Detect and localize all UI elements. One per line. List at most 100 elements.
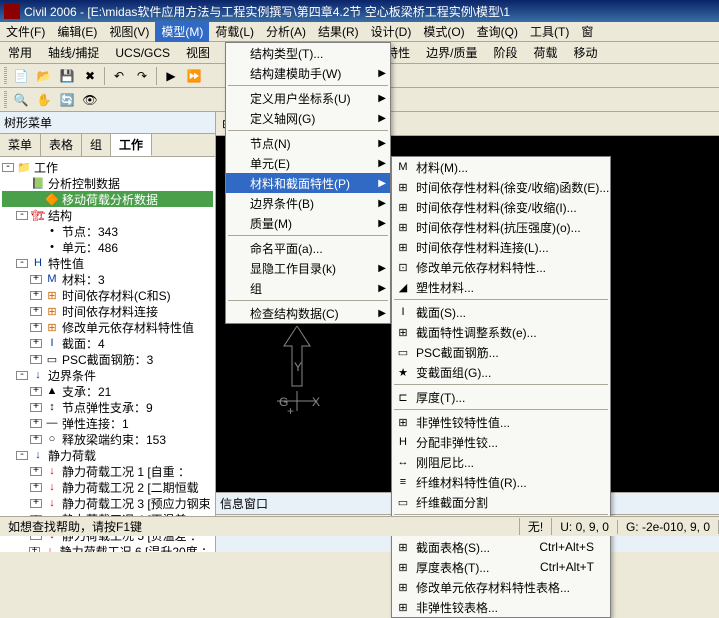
tree-row[interactable]: 📗分析控制数据 [2,175,213,191]
tree[interactable]: -📁工作📗分析控制数据🔶移动荷载分析数据-🏗结构•节点：343•单元：486-H… [0,157,215,552]
tab-group[interactable]: 组 [82,134,111,156]
rotate-icon[interactable]: 🔄 [56,89,78,111]
tree-row[interactable]: -📁工作 [2,159,213,175]
menu-item[interactable]: 检查结构数据(C)▶ [226,303,390,323]
tree-row[interactable]: -↓静力荷载 [2,447,213,463]
tree-row[interactable]: +—弹性连接：1 [2,415,213,431]
tree-toggle-icon[interactable]: + [30,467,42,476]
menu-file[interactable]: 文件(F) [0,21,51,42]
menu-item[interactable]: H分配非弹性铰... [392,432,610,452]
tree-row[interactable]: +I截面：4 [2,335,213,351]
menu-model[interactable]: 模型(M) [155,21,209,42]
tree-toggle-icon[interactable]: - [16,451,28,460]
menu-view[interactable]: 视图(V) [103,21,155,42]
menu-item[interactable]: ⊞非弹性铰特性值... [392,412,610,432]
tab-menu[interactable]: 菜单 [0,134,41,156]
menu-item[interactable]: 边界条件(B)▶ [226,193,390,213]
menu-item[interactable]: ▭纤维截面分割 [392,492,610,512]
tb-tab[interactable]: 常用 [0,42,40,63]
tree-row[interactable]: •节点：343 [2,223,213,239]
tab-table[interactable]: 表格 [41,134,82,156]
menu-item[interactable]: ⊞时间依存性材料(徐变/收缩)函数(E)... [392,177,610,197]
tree-toggle-icon[interactable]: - [2,163,14,172]
menu-window[interactable]: 窗 [575,21,599,42]
tree-row[interactable]: +○释放梁端约束：153 [2,431,213,447]
menu-item[interactable]: ⊞修改单元依存材料特性表格... [392,577,610,597]
tb-tab[interactable]: 阶段 [485,42,525,63]
menu-result[interactable]: 结果(R) [312,21,365,42]
menu-item[interactable]: 单元(E)▶ [226,153,390,173]
tree-row[interactable]: •单元：486 [2,239,213,255]
undo-icon[interactable]: ↶ [108,65,130,87]
tree-row[interactable]: -↓边界条件 [2,367,213,383]
tree-toggle-icon[interactable]: + [30,275,42,284]
tb-tab[interactable]: 边界/质量 [418,42,485,63]
tb-tab[interactable]: 移动 [566,42,606,63]
menu-item[interactable]: 节点(N)▶ [226,133,390,153]
tree-toggle-icon[interactable]: + [30,419,42,428]
tree-toggle-icon[interactable]: + [30,435,42,444]
menu-item[interactable]: ⊞时间依存性材料(抗压强度)(o)... [392,217,610,237]
tree-row[interactable]: +M材料：3 [2,271,213,287]
tb-tab[interactable]: 轴线/捕捉 [40,42,107,63]
menu-load[interactable]: 荷载(L) [209,21,260,42]
material-submenu[interactable]: M材料(M)...⊞时间依存性材料(徐变/收缩)函数(E)...⊞时间依存性材料… [391,156,611,618]
menu-item[interactable]: ★变截面组(G)... [392,362,610,382]
menu-item[interactable]: ◢塑性材料... [392,277,610,297]
redo-icon[interactable]: ↷ [131,65,153,87]
menu-tools[interactable]: 工具(T) [524,21,575,42]
menu-item[interactable]: I截面(S)... [392,302,610,322]
menu-item[interactable]: M材料(M)... [392,157,610,177]
tree-toggle-icon[interactable]: + [30,339,42,348]
menu-analysis[interactable]: 分析(A) [260,21,312,42]
tb-tab[interactable]: 视图 [178,42,218,63]
menu-item[interactable]: 质量(M)▶ [226,213,390,233]
toolbar-grip[interactable] [4,91,7,109]
tree-row[interactable]: +▲支承：21 [2,383,213,399]
model-menu[interactable]: 结构类型(T)...结构建模助手(W)▶定义用户坐标系(U)▶定义轴网(G)▶节… [225,42,391,324]
menu-item[interactable]: 定义用户坐标系(U)▶ [226,88,390,108]
menu-mode[interactable]: 模式(O) [417,21,470,42]
new-icon[interactable]: 📄 [10,65,32,87]
menu-item[interactable]: ⊞厚度表格(T)...Ctrl+Alt+T [392,557,610,577]
tree-row[interactable]: -🏗结构 [2,207,213,223]
tree-row[interactable]: +↓静力荷载工况 1 [自重 ： [2,463,213,479]
pan-icon[interactable]: ✋ [33,89,55,111]
tree-toggle-icon[interactable]: + [30,483,42,492]
tree-row[interactable]: +⊞时间依存材料(C和S) [2,287,213,303]
menu-item[interactable]: ⊞非弹性铰表格... [392,597,610,617]
menu-item[interactable]: 组▶ [226,278,390,298]
menu-design[interactable]: 设计(D) [365,21,418,42]
zoom-icon[interactable]: 🔍 [10,89,32,111]
menu-item[interactable]: 材料和截面特性(P)▶ [226,173,390,193]
menu-item[interactable]: 结构建模助手(W)▶ [226,63,390,83]
close-icon[interactable]: ✖ [79,65,101,87]
menu-item[interactable]: ⊡修改单元依存材料特性... [392,257,610,277]
tree-toggle-icon[interactable]: + [29,547,41,553]
tree-row[interactable]: +↕节点弹性支承：9 [2,399,213,415]
display-icon[interactable]: 👁 [79,89,101,111]
menu-item[interactable]: ⊞时间依存性材料连接(L)... [392,237,610,257]
menu-item[interactable]: ↔刚阻尼比... [392,452,610,472]
tree-toggle-icon[interactable]: + [30,355,42,364]
tree-row[interactable]: -H特性值 [2,255,213,271]
tree-toggle-icon[interactable]: + [30,323,42,332]
menu-bar[interactable]: 文件(F) 编辑(E) 视图(V) 模型(M) 荷载(L) 分析(A) 结果(R… [0,22,719,42]
tree-toggle-icon[interactable]: + [30,499,42,508]
postproc-icon[interactable]: ⏩ [183,65,205,87]
tree-row[interactable]: +↓静力荷载工况 6 [温升20度 ： [2,543,213,552]
tree-row[interactable]: +▭PSC截面钢筋：3 [2,351,213,367]
tree-toggle-icon[interactable]: + [30,291,42,300]
tb-tab[interactable]: 荷载 [526,42,566,63]
tree-toggle-icon[interactable]: + [30,307,42,316]
menu-item[interactable]: ⊏厚度(T)... [392,387,610,407]
tree-row[interactable]: +↓静力荷载工况 2 [二期恒载 [2,479,213,495]
menu-item[interactable]: ⊞截面表格(S)...Ctrl+Alt+S [392,537,610,557]
tree-row[interactable]: +⊞时间依存材料连接 [2,303,213,319]
tree-toggle-icon[interactable]: - [16,211,28,220]
menu-item[interactable]: ⊞时间依存性材料(徐变/收缩(I)... [392,197,610,217]
menu-item[interactable]: ▭PSC截面钢筋... [392,342,610,362]
tree-row[interactable]: +⊞修改单元依存材料特性值 [2,319,213,335]
menu-item[interactable]: ≡纤维材料特性值(R)... [392,472,610,492]
tree-toggle-icon[interactable]: + [30,403,42,412]
